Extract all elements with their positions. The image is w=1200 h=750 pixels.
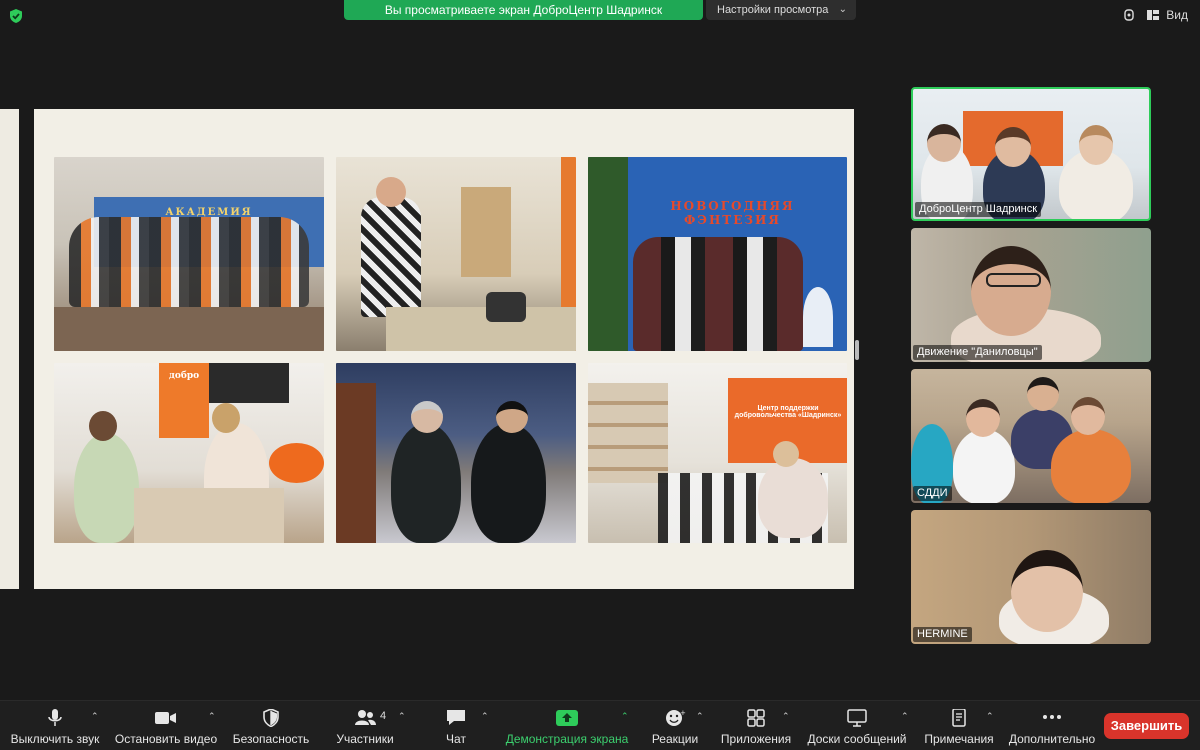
end-meeting-button[interactable]: Завершить [1104,713,1189,739]
screen-share-banner: Вы просматриваете экран ДоброЦентр Шадри… [344,0,703,20]
participants-label: Участники [336,732,394,746]
participant-tile[interactable]: Движение "Даниловцы" [911,228,1151,362]
whiteboards-label: Доски сообщений [807,732,907,746]
slide-photo-academy-group: АКАДЕМИЯ [54,157,324,351]
chevron-up-icon[interactable]: ⌃ [91,711,99,722]
participant-name: СДДИ [913,486,952,501]
share-screen-label: Демонстрация экрана [505,732,629,746]
shield-icon [263,709,279,727]
chat-label: Чат [446,732,466,746]
more-button[interactable]: Дополнительно [1008,701,1096,750]
video-label: Остановить видео [114,732,218,746]
photo-caption: Центр поддержки добровольчества «Шадринс… [734,405,842,419]
participant-tile[interactable]: СДДИ [911,369,1151,503]
photo-caption: НОВОГОДНЯЯ ФЭНТЕЗИЯ [670,199,795,227]
view-settings-dropdown[interactable]: Настройки просмотра ⌄ [706,0,856,20]
notes-label: Примечания [924,732,994,746]
top-bar: Вы просматриваете экран ДоброЦентр Шадри… [0,0,1200,32]
participants-count: 4 [380,710,387,722]
chevron-up-icon[interactable]: ⌃ [481,711,489,722]
previous-slide-edge [0,109,34,589]
share-screen-icon [556,710,578,726]
chevron-up-icon[interactable]: ⌃ [208,711,216,722]
svg-text:+: + [680,709,686,717]
mute-button[interactable]: Выключить звук ⌃ [8,701,102,750]
photo-caption: добро [168,371,200,381]
slide-photo-cooking [336,157,576,351]
microphone-icon [48,709,62,726]
chevron-up-icon[interactable]: ⌃ [901,711,909,722]
video-camera-icon [155,712,176,724]
chat-bubble-icon [447,710,465,725]
security-button[interactable]: Безопасность [230,701,312,750]
whiteboard-icon [847,709,867,727]
chevron-up-icon[interactable]: ⌃ [621,711,629,722]
more-dots-icon [1043,715,1061,719]
participant-name: Движение "Даниловцы" [913,345,1042,360]
view-button[interactable]: Вид [1146,8,1188,22]
slide-photo-winter-outdoor [336,363,576,543]
apps-icon [747,709,765,727]
chevron-up-icon[interactable]: ⌃ [398,711,406,722]
meeting-toolbar: Выключить звук ⌃ Остановить видео ⌃ Безо… [0,700,1200,750]
whiteboards-button[interactable]: Доски сообщений ⌃ [806,701,909,750]
participant-name: HERMINE [913,627,972,642]
top-right-controls: Вид [1122,8,1188,22]
notes-button[interactable]: Примечания ⌃ [922,701,996,750]
focus-mode-icon[interactable] [1122,8,1136,22]
apps-button[interactable]: Приложения ⌃ [720,701,792,750]
more-label: Дополнительно [1008,732,1096,746]
participants-button[interactable]: 4 Участники ⌃ [328,701,406,750]
participant-name: ДоброЦентр Шадринск [915,202,1042,217]
apps-label: Приложения [720,732,792,746]
share-resize-handle[interactable] [855,340,859,360]
participant-tile[interactable]: ДоброЦентр Шадринск [911,87,1151,221]
chevron-up-icon[interactable]: ⌃ [782,711,790,722]
shared-screen-slide: АКАДЕМИЯ НОВОГОДНЯЯ ФЭНТЕЗИЯ добро Центр… [0,109,854,589]
chat-button[interactable]: Чат ⌃ [436,701,489,750]
chevron-down-icon: ⌄ [838,4,847,15]
slide-photo-workshop: Центр поддержки добровольчества «Шадринс… [588,363,847,543]
slide-photo-crafts: добро [54,363,324,543]
stop-video-button[interactable]: Остановить видео ⌃ [112,701,220,750]
mute-label: Выключить звук [10,732,100,746]
slide-photo-new-year: НОВОГОДНЯЯ ФЭНТЕЗИЯ [588,157,847,351]
notes-icon [952,709,966,727]
emoji-smile-icon: + [666,709,686,726]
reactions-button[interactable]: + Реакции ⌃ [650,701,704,750]
share-screen-button[interactable]: Демонстрация экрана ⌃ [503,701,631,750]
view-settings-label: Настройки просмотра [717,4,829,16]
security-shield-icon[interactable] [8,8,24,24]
view-grid-icon [1147,10,1160,20]
chevron-up-icon[interactable]: ⌃ [696,711,704,722]
participant-tile[interactable]: HERMINE [911,510,1151,644]
reactions-label: Реакции [651,732,699,746]
view-button-label: Вид [1166,8,1188,22]
participants-icon [355,710,376,725]
chevron-up-icon[interactable]: ⌃ [986,711,994,722]
security-label: Безопасность [232,732,310,746]
